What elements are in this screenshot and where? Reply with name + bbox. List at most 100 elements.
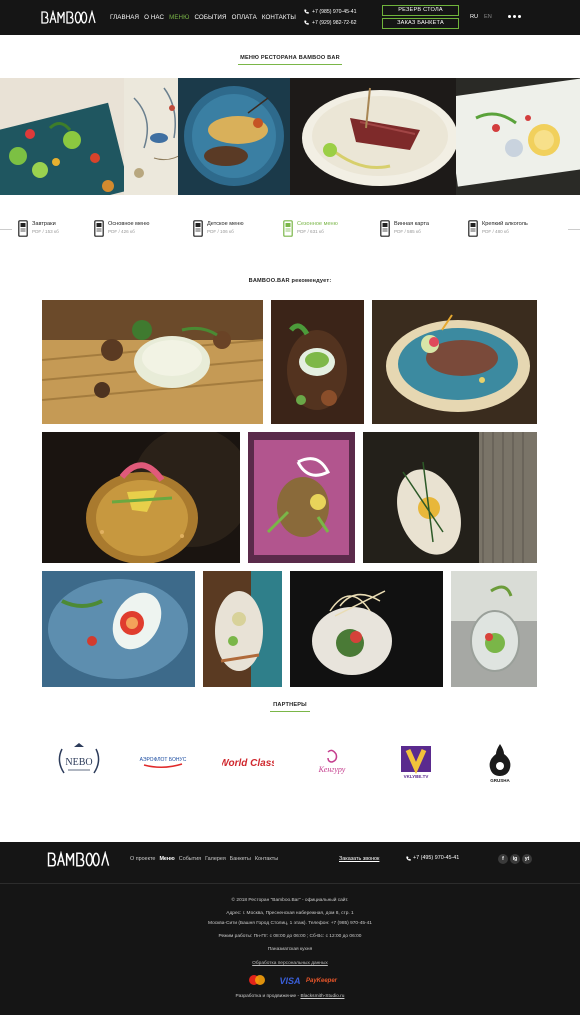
category-size: PDF / 153 кб <box>32 229 59 234</box>
visa-icon: VISA <box>278 974 302 986</box>
partner-logo-aeroflot[interactable]: АЭРОФЛОТ БОНУС <box>138 752 188 772</box>
payment-name: VISA <box>279 976 300 986</box>
gallery-photo-6[interactable] <box>363 432 537 563</box>
gallery-photo-3[interactable] <box>372 300 537 424</box>
title-underline <box>238 64 342 65</box>
footer-phone[interactable]: +7 (495) 970-45-41 <box>406 855 459 861</box>
site-header: ГЛАВНАЯ О НАС МЕНЮ СОБЫТИЯ ОПЛАТА КОНТАК… <box>0 0 580 35</box>
category-size: PDF / 106 кб <box>207 229 234 234</box>
partner-name: World Class <box>222 758 274 769</box>
footer-nav-gallery[interactable]: Галерея <box>205 856 226 862</box>
partner-logo-vklybe[interactable]: VKLYBE.TV <box>398 744 434 780</box>
footer-nav-banquets[interactable]: Банкеты <box>230 856 251 862</box>
footer-phone-text: +7 (495) 970-45-41 <box>413 855 460 861</box>
paykeeper-icon: PayKeeper <box>306 974 340 986</box>
partners-title: ПАРТНЕРЫ <box>273 702 307 708</box>
footer-nav-contacts[interactable]: Контакты <box>255 856 278 862</box>
developer-text: Разработка и продвижение - <box>235 994 301 999</box>
document-pdf-icon <box>380 220 390 237</box>
footer-nav-menu[interactable]: Меню <box>159 856 174 862</box>
footer-hours: Режим работы: Пн-Пт: с 08:00 до 06:00 ; … <box>218 934 362 939</box>
category-strong-alcohol[interactable]: Крепкий алкоголь PDF / 480 кб <box>468 220 528 237</box>
strip-photo-4 <box>290 78 456 195</box>
youtube-icon[interactable]: yt <box>522 854 532 864</box>
document-pdf-icon <box>283 220 293 237</box>
nav-item-contacts[interactable]: КОНТАКТЫ <box>262 14 296 21</box>
footer-cuisine: Паназиатская кухня <box>267 947 313 952</box>
payment-name: PayKeeper <box>306 978 338 984</box>
category-title: Винная карта <box>394 221 430 227</box>
developer-credit: Разработка и продвижение - Blacksmith-St… <box>0 994 580 999</box>
privacy-policy-link[interactable]: Обработка персональных данных <box>0 961 580 966</box>
nav-item-about[interactable]: О НАС <box>144 14 164 21</box>
strip-photo-5 <box>456 78 580 195</box>
strip-photo-1 <box>0 78 124 195</box>
nav-item-home[interactable]: ГЛАВНАЯ <box>110 14 139 21</box>
footer-nav-events[interactable]: События <box>179 856 201 862</box>
more-dots-icon[interactable] <box>508 15 521 18</box>
nav-item-payment[interactable]: ОПЛАТА <box>232 14 257 21</box>
category-breakfast[interactable]: Завтраки PDF / 153 кб <box>18 220 59 237</box>
header-phones: +7 (985) 970-45-41 +7 (929) 982-72-62 <box>304 6 357 28</box>
phone-icon <box>304 9 309 14</box>
gallery-photo-8[interactable] <box>203 571 282 687</box>
partner-logo-world-class[interactable]: World Class <box>222 754 274 770</box>
footer-address-2: Москва-Сити (Башня Город Столиц, 1 этаж)… <box>208 921 372 926</box>
gallery-photo-10[interactable] <box>451 571 537 687</box>
gallery-photo-4[interactable] <box>42 432 240 563</box>
gallery-photo-5[interactable] <box>248 432 355 563</box>
lang-ru[interactable]: RU <box>470 14 478 20</box>
gallery-photo-1[interactable] <box>42 300 263 424</box>
site-logo[interactable] <box>40 10 96 25</box>
footer-nav-about[interactable]: О проекте <box>130 856 155 862</box>
footer-address-1: Адрес: г. Москва, Пресненская набережная… <box>226 911 354 916</box>
gallery-photo-9[interactable] <box>290 571 443 687</box>
main-nav: ГЛАВНАЯ О НАС МЕНЮ СОБЫТИЯ ОПЛАТА КОНТАК… <box>110 14 296 21</box>
facebook-icon[interactable]: f <box>498 854 508 864</box>
phone-2[interactable]: +7 (929) 982-72-62 <box>304 17 357 28</box>
partner-logo-nebo[interactable]: NEBO <box>52 741 106 781</box>
footer-top-bar: О проекте Меню События Галерея Банкеты К… <box>0 842 580 884</box>
strip-photo-3 <box>178 78 290 195</box>
partner-name: VKLYBE.TV <box>404 774 429 779</box>
category-title: Крепкий алкоголь <box>482 221 528 227</box>
instagram-icon[interactable]: ig <box>510 854 520 864</box>
category-title: Завтраки <box>32 221 56 227</box>
partner-logo-kenguru[interactable]: Кенгуру <box>308 748 356 778</box>
call-back-link[interactable]: Заказать звонок <box>339 856 379 862</box>
document-pdf-icon <box>193 220 203 237</box>
category-title: Сезонное меню <box>297 221 338 227</box>
partner-logo-grusha[interactable]: GRUSHA <box>484 740 516 784</box>
mastercard-icon <box>246 974 268 986</box>
category-seasonal-menu[interactable]: Сезонное меню PDF / 631 кб <box>283 220 338 237</box>
dish-photo-strip <box>0 78 580 195</box>
menu-section-title: МЕНЮ РЕСТОРАНА BAMBOO BAR <box>240 55 340 61</box>
category-size: PDF / 480 кб <box>482 229 509 234</box>
phone-1-text: +7 (985) 970-45-41 <box>312 8 357 15</box>
phone-2-text: +7 (929) 982-72-62 <box>312 19 357 26</box>
title-underline <box>270 711 310 712</box>
banquet-order-button[interactable]: ЗАКАЗ БАНКЕТА <box>382 18 459 29</box>
category-title: Детское меню <box>207 221 244 227</box>
document-pdf-icon <box>468 220 478 237</box>
partner-name: NEBO <box>65 757 92 768</box>
recommend-title: BAMBOO.BAR рекомендует: <box>248 278 332 284</box>
category-size: PDF / 631 кб <box>297 229 324 234</box>
category-size: PDF / 426 кб <box>108 229 135 234</box>
gallery-photo-2[interactable] <box>271 300 364 424</box>
category-main-menu[interactable]: Основное меню PDF / 426 кб <box>94 220 149 237</box>
category-kids-menu[interactable]: Детское меню PDF / 106 кб <box>193 220 244 237</box>
phone-icon <box>406 856 411 861</box>
reserve-table-button[interactable]: РЕЗЕРВ СТОЛА <box>382 5 459 16</box>
nav-item-menu[interactable]: МЕНЮ <box>169 14 189 21</box>
site-footer: О проекте Меню События Галерея Банкеты К… <box>0 842 580 1015</box>
lang-en[interactable]: EN <box>484 14 492 20</box>
gallery-photo-7[interactable] <box>42 571 195 687</box>
phone-1[interactable]: +7 (985) 970-45-41 <box>304 6 357 17</box>
nav-item-events[interactable]: СОБЫТИЯ <box>194 14 226 21</box>
category-wine-list[interactable]: Винная карта PDF / 585 кб <box>380 220 429 237</box>
footer-nav: О проекте Меню События Галерея Банкеты К… <box>130 856 278 862</box>
category-size: PDF / 585 кб <box>394 229 421 234</box>
developer-link[interactable]: Blacksmith-Studio.ru <box>300 994 344 999</box>
footer-logo[interactable] <box>44 850 112 868</box>
